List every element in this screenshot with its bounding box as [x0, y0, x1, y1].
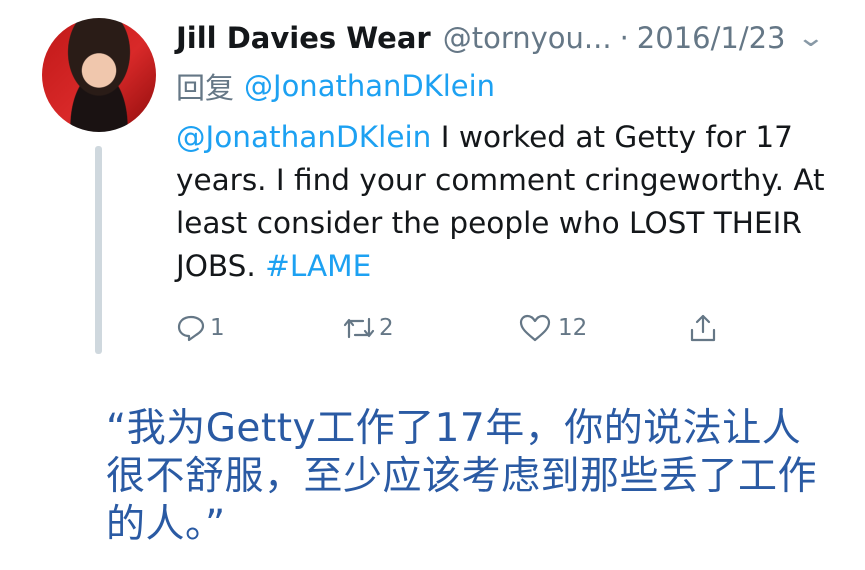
separator-dot: ·	[619, 21, 629, 55]
reply-count: 1	[210, 315, 225, 341]
thread-connector-line	[95, 146, 102, 354]
reply-label: 回复	[176, 71, 235, 105]
author-handle[interactable]: @tornyou...	[443, 21, 612, 55]
like-count: 12	[558, 315, 588, 341]
author-name[interactable]: Jill Davies Wear	[176, 21, 431, 55]
heart-icon	[518, 313, 552, 343]
tweet-header: Jill Davies Wear @tornyou... · 2016/1/23…	[176, 18, 836, 58]
reply-to-mention[interactable]: @JonathanDKlein	[244, 69, 495, 103]
reply-button[interactable]: 1	[176, 308, 225, 348]
reply-context: 回复 @JonathanDKlein	[176, 66, 495, 106]
avatar[interactable]	[42, 18, 156, 132]
share-button[interactable]	[688, 308, 718, 348]
retweet-button[interactable]: 2	[341, 308, 394, 348]
body-mention[interactable]: @JonathanDKlein	[176, 120, 431, 154]
chevron-down-icon[interactable]: ⌄	[796, 23, 825, 53]
reply-icon	[176, 313, 206, 343]
retweet-count: 2	[379, 315, 394, 341]
like-button[interactable]: 12	[518, 308, 587, 348]
action-bar: 1 2 12	[176, 308, 736, 348]
tweet-date[interactable]: 2016/1/23	[637, 21, 786, 55]
tweet-body: @JonathanDKlein I worked at Getty for 17…	[176, 116, 836, 288]
hashtag-link[interactable]: #LAME	[265, 249, 371, 283]
retweet-icon	[341, 313, 377, 343]
translation-caption: “我为Getty工作了17年，你的说法让人很不舒服，至少应该考虑到那些丢了工作的…	[106, 406, 818, 547]
share-icon	[688, 312, 718, 344]
